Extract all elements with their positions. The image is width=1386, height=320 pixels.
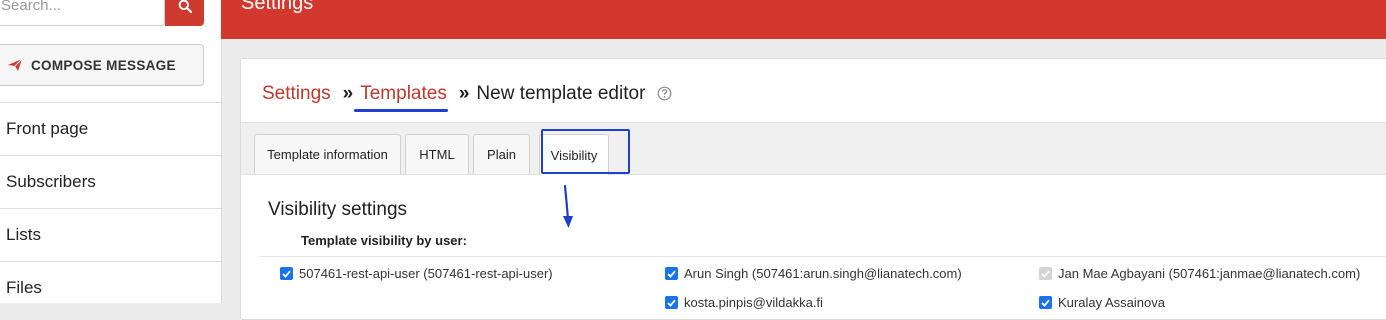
search-button[interactable] xyxy=(165,0,204,26)
annotation-arrow-icon xyxy=(563,184,573,228)
help-icon[interactable] xyxy=(657,86,672,101)
breadcrumb: Settings » Templates » New template edit… xyxy=(262,83,672,112)
search-icon xyxy=(178,0,192,13)
nav-item-subscribers[interactable]: Subscribers xyxy=(0,155,221,208)
user-label: Arun Singh (507461:arun.singh@lianatech.… xyxy=(684,266,962,281)
page-header-title: Settings xyxy=(241,0,314,14)
tab-template-information[interactable]: Template information xyxy=(254,134,401,174)
checkbox-checked-disabled-icon xyxy=(1039,267,1052,280)
tab-label: Template information xyxy=(267,147,388,162)
annotation-highlight-box xyxy=(541,129,630,174)
breadcrumb-separator: » xyxy=(342,83,354,104)
user-label: 507461-rest-api-user (507461-rest-api-us… xyxy=(299,266,553,281)
nav-item-label: Files xyxy=(6,278,42,297)
annotation-underline xyxy=(354,109,449,112)
search-input[interactable]: Search... xyxy=(0,0,165,26)
checkbox-checked-icon xyxy=(280,267,293,280)
tab-html[interactable]: HTML xyxy=(405,134,469,174)
compose-message-button[interactable]: COMPOSE MESSAGE xyxy=(0,44,204,86)
visibility-settings-title: Visibility settings xyxy=(268,199,408,220)
nav-item-label: Lists xyxy=(6,225,41,244)
breadcrumb-separator: » xyxy=(458,83,470,104)
breadcrumb-current-page: New template editor xyxy=(476,83,646,104)
nav-item-lists[interactable]: Lists xyxy=(0,208,221,261)
compose-message-label: COMPOSE MESSAGE xyxy=(31,57,176,73)
editor-tabs: Template information HTML Plain Visibili… xyxy=(241,122,1386,175)
nav-item-label: Front page xyxy=(6,119,89,138)
tab-label: HTML xyxy=(419,147,455,162)
nav-item-label: Subscribers xyxy=(6,172,96,191)
checkbox-checked-icon xyxy=(665,267,678,280)
tab-label: Plain xyxy=(487,147,516,162)
divider xyxy=(259,256,1386,257)
paper-plane-icon xyxy=(8,58,23,71)
breadcrumb-settings-link[interactable]: Settings xyxy=(262,83,331,105)
visibility-by-user-label: Template visibility by user: xyxy=(301,233,467,248)
user-visibility-checkbox[interactable]: Arun Singh (507461:arun.singh@lianatech.… xyxy=(665,266,962,281)
settings-panel: Settings » Templates » New template edit… xyxy=(240,58,1386,320)
top-bar: Settings xyxy=(221,0,1386,39)
sidebar: Search... COMPOSE MESSAGE Front page Sub… xyxy=(0,0,222,303)
user-label: Jan Mae Agbayani (507461:janmae@lianatec… xyxy=(1058,266,1361,281)
breadcrumb-templates-link[interactable]: Templates xyxy=(360,83,447,104)
nav-item-files[interactable]: Files xyxy=(0,261,221,314)
user-visibility-checkbox-disabled: Jan Mae Agbayani (507461:janmae@lianatec… xyxy=(1039,266,1360,281)
user-visibility-checkbox[interactable]: 507461-rest-api-user (507461-rest-api-us… xyxy=(280,266,553,281)
nav-item-front-page[interactable]: Front page xyxy=(0,102,221,155)
tab-plain[interactable]: Plain xyxy=(473,134,530,174)
